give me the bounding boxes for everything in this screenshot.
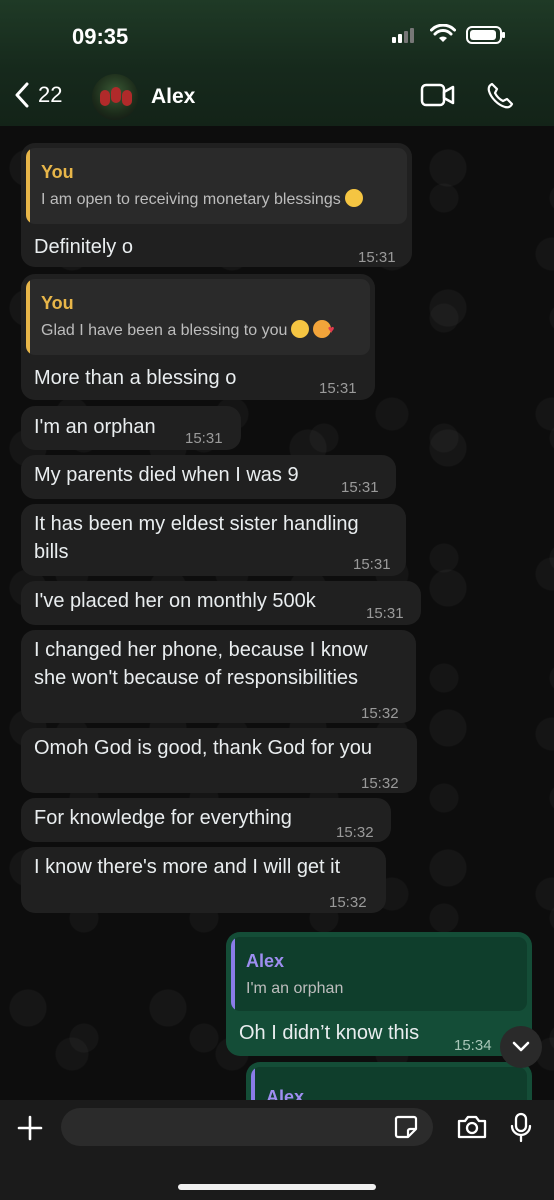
video-call-icon[interactable] — [420, 82, 456, 108]
message-time: 15:31 — [341, 479, 379, 496]
message-bubble[interactable]: For knowledge for everything 15:32 — [21, 798, 391, 842]
quoted-message[interactable]: You I am open to receiving monetary bles… — [26, 148, 407, 224]
message-time: 15:32 — [361, 705, 399, 722]
quote-author: Alex — [246, 951, 285, 971]
message-time: 15:32 — [361, 775, 399, 792]
message-bubble[interactable]: I know there's more and I will get it 15… — [21, 847, 386, 913]
cellular-signal-icon — [392, 28, 414, 43]
message-text-line: It has been my eldest sister handling — [34, 513, 359, 535]
battery-icon — [466, 26, 505, 44]
quote-author: You — [41, 293, 74, 313]
sticker-icon[interactable] — [394, 1115, 418, 1139]
message-text: I've placed her on monthly 500k — [34, 590, 316, 612]
message-bubble[interactable]: Omoh God is good, thank God for you 15:3… — [21, 728, 417, 793]
back-chevron-icon — [15, 82, 29, 108]
quoted-message[interactable]: You Glad I have been a blessing to you — [26, 279, 370, 355]
message-time: 15:31 — [358, 249, 396, 266]
phone-icon[interactable] — [486, 82, 514, 110]
microphone-icon[interactable] — [510, 1112, 532, 1144]
message-text: For knowledge for everything — [34, 807, 292, 829]
chevron-down-icon — [512, 1041, 530, 1052]
message-text: More than a blessing o — [34, 367, 237, 389]
camera-icon[interactable] — [456, 1114, 488, 1140]
home-indicator — [178, 1184, 376, 1190]
quote-text: Glad I have been a blessing to you — [41, 322, 288, 339]
message-text: Oh I didn’t know this — [239, 1022, 420, 1044]
wifi-icon — [430, 24, 456, 42]
chat-header: 09:35 22 Alex — [0, 0, 554, 126]
message-bubble-outgoing[interactable]: Alex I'm an orphan Oh I didn’t know this… — [226, 932, 532, 1056]
scroll-to-bottom-button[interactable] — [500, 1026, 542, 1068]
message-bubble[interactable]: You Glad I have been a blessing to you M… — [21, 274, 375, 400]
message-time: 15:31 — [353, 556, 391, 573]
message-bubble[interactable]: I've placed her on monthly 500k 15:31 — [21, 581, 421, 625]
back-button[interactable]: 22 — [14, 82, 62, 108]
message-text: I'm an orphan — [34, 416, 156, 438]
message-time: 15:32 — [336, 824, 374, 841]
message-time: 15:31 — [319, 380, 357, 397]
smiling-hearts-emoji-icon — [313, 316, 334, 344]
message-time: 15:34 — [454, 1037, 492, 1054]
message-text: Omoh God is good, thank God for you — [34, 737, 372, 759]
quoted-message[interactable]: Alex I'm an orphan — [231, 937, 527, 1011]
message-bubble[interactable]: You I am open to receiving monetary bles… — [21, 143, 412, 267]
quote-text: I am open to receiving monetary blessing… — [41, 191, 341, 208]
message-text-line: she won't because of responsibilities — [34, 667, 359, 689]
message-text: I know there's more and I will get it — [34, 856, 341, 878]
contact-name[interactable]: Alex — [151, 85, 195, 109]
message-bubble[interactable]: I changed her phone, because I know she … — [21, 630, 416, 723]
status-time: 09:35 — [72, 24, 129, 49]
message-bubble[interactable]: My parents died when I was 9 15:31 — [21, 455, 396, 499]
grinning-emoji-icon — [291, 320, 310, 338]
grinning-emoji-icon — [344, 189, 363, 207]
quote-author: You — [41, 162, 74, 182]
message-time: 15:32 — [329, 894, 367, 911]
avatar[interactable] — [92, 74, 138, 120]
message-input[interactable] — [61, 1108, 433, 1146]
message-text: My parents died when I was 9 — [34, 464, 299, 486]
message-time: 15:31 — [185, 430, 223, 447]
message-time: 15:31 — [366, 605, 404, 622]
message-bubble[interactable]: It has been my eldest sister handling bi… — [21, 504, 406, 576]
message-composer — [0, 1100, 554, 1200]
message-text-line: bills — [34, 541, 69, 563]
message-bubble[interactable]: I'm an orphan 15:31 — [21, 406, 241, 450]
unread-count: 22 — [38, 82, 63, 107]
plus-icon[interactable] — [16, 1114, 44, 1142]
quote-text: I'm an orphan — [246, 980, 344, 997]
message-text: Definitely o — [34, 236, 133, 258]
message-text-line: I changed her phone, because I know — [34, 639, 368, 661]
